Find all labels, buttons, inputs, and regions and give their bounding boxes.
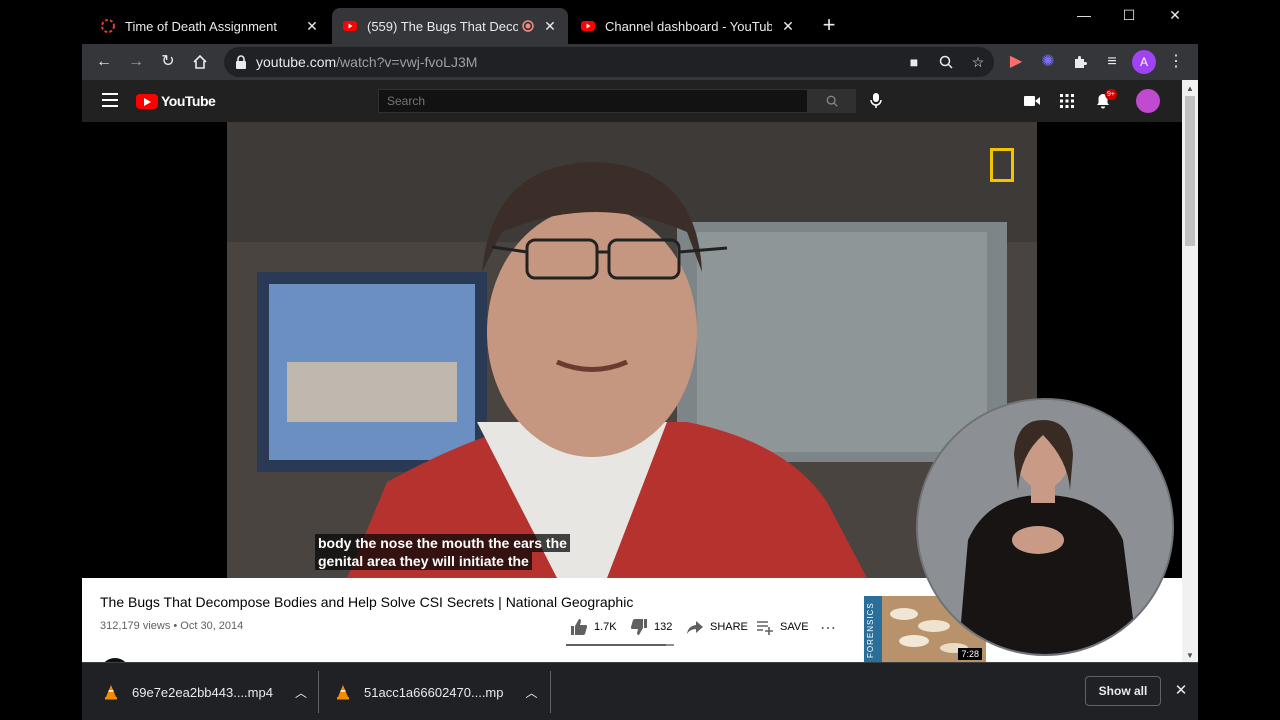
zoom-icon[interactable] <box>936 52 956 72</box>
search-icon <box>826 95 838 107</box>
download-shelf: 69e7e2ea2bb443....mp4 ︿ 51acc1a66602470.… <box>82 662 1198 720</box>
lock-icon <box>236 55 246 69</box>
playlist-add-icon <box>757 621 773 635</box>
notification-count-badge: 9+ <box>1105 89 1117 100</box>
tab-bugs-video[interactable]: (559) The Bugs That Decomp ✕ <box>332 8 568 44</box>
video-duration-badge: 7:28 <box>958 648 982 660</box>
video-frame-image <box>227 122 1037 578</box>
tab-title: Channel dashboard - YouTube St <box>605 18 772 34</box>
show-all-downloads-button[interactable]: Show all <box>1085 676 1161 706</box>
gear-extension-icon[interactable]: ✺ <box>1036 50 1060 74</box>
dislike-button[interactable]: 132 <box>630 618 672 636</box>
screen-recorder-extension-icon[interactable]: ▶ <box>1004 50 1028 74</box>
profile-avatar[interactable]: A <box>1132 50 1156 74</box>
youtube-header: YouTube 9+ <box>82 80 1182 122</box>
extensions-puzzle-icon[interactable] <box>1068 50 1092 74</box>
national-geographic-logo <box>990 148 1014 182</box>
close-tab-icon[interactable]: ✕ <box>780 18 796 34</box>
menu-kebab-icon[interactable]: ⋮ <box>1164 50 1188 74</box>
sign-language-interpreter-overlay[interactable]: ⋯ ✕ <box>916 398 1174 656</box>
download-separator <box>318 671 319 713</box>
like-ratio-bar <box>566 644 674 646</box>
minimize-button[interactable]: — <box>1061 0 1107 30</box>
video-captions: body the nose the mouth the ears the gen… <box>315 534 570 570</box>
close-tab-icon[interactable]: ✕ <box>304 18 320 34</box>
video-views-date: 312,179 views • Oct 30, 2014 <box>100 620 244 632</box>
download-item[interactable]: 51acc1a66602470....mp ︿ <box>336 663 538 720</box>
close-download-shelf-icon[interactable]: ✕ <box>1172 682 1190 700</box>
recording-icon <box>522 20 534 32</box>
search-input[interactable] <box>378 89 808 113</box>
maximize-button[interactable]: ☐ <box>1106 0 1152 30</box>
like-button[interactable]: 1.7K <box>570 618 617 636</box>
pip-more-icon[interactable]: ⋯ <box>1116 630 1136 650</box>
tab-channel-dashboard[interactable]: Channel dashboard - YouTube St ✕ <box>570 8 806 44</box>
tab-title: Time of Death Assignment <box>125 18 277 34</box>
tab-strip: Time of Death Assignment ✕ (559) The Bug… <box>82 0 1198 44</box>
youtube-play-icon <box>136 93 158 109</box>
create-video-icon[interactable] <box>1022 91 1042 111</box>
close-tab-icon[interactable]: ✕ <box>542 18 558 34</box>
more-actions-icon[interactable]: ⋯ <box>820 618 836 638</box>
search-button[interactable] <box>808 89 856 113</box>
youtube-icon <box>581 21 595 31</box>
thumbs-up-icon <box>571 619 588 635</box>
chevron-up-icon[interactable]: ︿ <box>526 684 538 701</box>
share-arrow-icon <box>687 621 703 634</box>
page-scrollbar[interactable]: ▲ ▼ <box>1182 80 1198 662</box>
tab-time-of-death[interactable]: Time of Death Assignment ✕ <box>90 8 330 44</box>
close-window-button[interactable]: ✕ <box>1152 0 1198 30</box>
forensics-strip: FORENSICS <box>864 596 882 662</box>
microphone-icon[interactable] <box>866 90 886 110</box>
media-queue-icon[interactable]: ≡ <box>1100 50 1124 74</box>
chevron-up-icon[interactable]: ︿ <box>295 684 307 701</box>
pip-close-icon[interactable]: ✕ <box>1148 628 1172 654</box>
hamburger-menu-icon[interactable] <box>102 93 118 107</box>
youtube-icon <box>343 21 357 31</box>
video-title: The Bugs That Decompose Bodies and Help … <box>100 594 634 610</box>
save-button[interactable]: SAVE <box>756 618 809 636</box>
bookmark-star-icon[interactable]: ☆ <box>968 52 988 72</box>
interpreter-image <box>918 400 1172 654</box>
account-avatar[interactable] <box>1136 89 1160 113</box>
youtube-logo[interactable]: YouTube <box>136 93 216 109</box>
home-icon[interactable] <box>188 50 212 74</box>
apps-grid-icon[interactable] <box>1057 91 1077 111</box>
forward-icon[interactable]: → <box>124 50 148 74</box>
loading-ring-icon <box>101 19 115 33</box>
download-item[interactable]: 69e7e2ea2bb443....mp4 ︿ <box>104 663 307 720</box>
browser-toolbar: ← → ↻ youtube.com/watch?v=vwj-fvoLJ3M ■ … <box>82 44 1198 80</box>
scrollbar-thumb[interactable] <box>1185 96 1195 246</box>
back-icon[interactable]: ← <box>92 50 116 74</box>
scroll-up-arrow-icon[interactable]: ▲ <box>1186 84 1194 93</box>
download-separator <box>550 671 551 713</box>
browser-window: Time of Death Assignment ✕ (559) The Bug… <box>82 0 1198 720</box>
camera-icon[interactable]: ■ <box>904 52 924 72</box>
new-tab-button[interactable]: + <box>818 14 840 36</box>
vlc-cone-icon <box>105 685 117 700</box>
reload-icon[interactable]: ↻ <box>156 50 180 74</box>
share-button[interactable]: SHARE <box>686 618 748 636</box>
tab-title: (559) The Bugs That Decomp <box>367 18 518 34</box>
url-text: youtube.com/watch?v=vwj-fvoLJ3M <box>256 54 478 70</box>
scroll-down-arrow-icon[interactable]: ▼ <box>1186 651 1194 660</box>
video-player[interactable]: body the nose the mouth the ears the gen… <box>227 122 1037 578</box>
vlc-cone-icon <box>337 685 349 700</box>
thumbs-down-icon <box>630 619 647 635</box>
address-bar[interactable]: youtube.com/watch?v=vwj-fvoLJ3M ■ ☆ <box>224 47 994 77</box>
